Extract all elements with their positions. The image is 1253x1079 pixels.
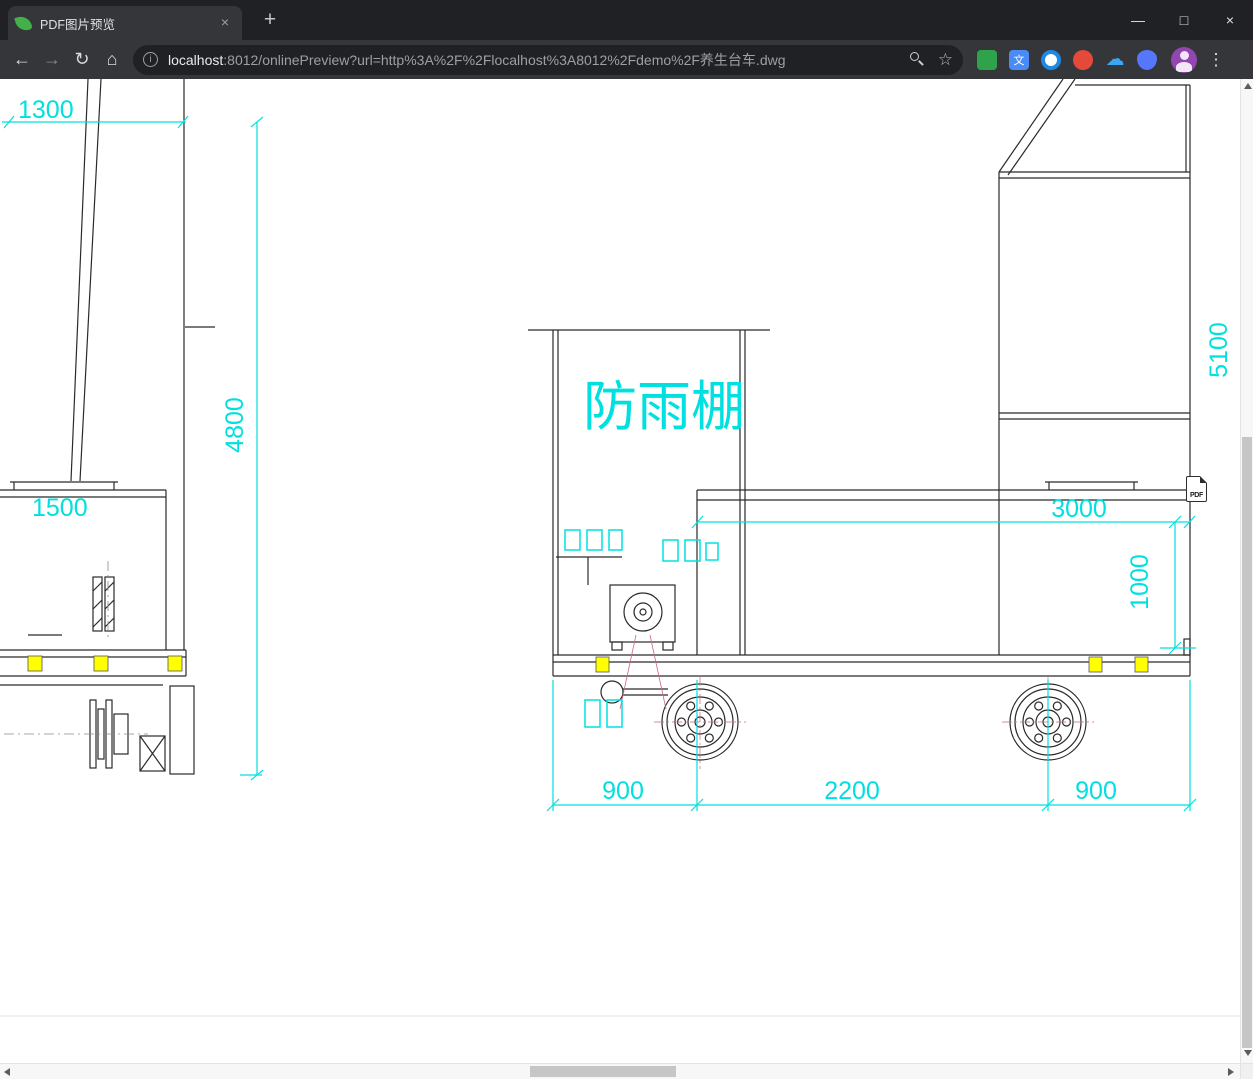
home-icon[interactable]: ⌂ [97, 45, 127, 75]
dim-1000-label: 1000 [1126, 554, 1154, 610]
tab-favicon-leaf-icon [14, 13, 33, 33]
tab-close-icon[interactable]: × [216, 14, 234, 32]
tab-strip: PDF图片预览 × + — □ × [0, 0, 1253, 40]
vertical-scrollbar-thumb[interactable] [1242, 437, 1252, 1048]
scroll-left-arrow-icon[interactable] [4, 1067, 10, 1076]
dim-2200-label: 2200 [824, 777, 880, 805]
browser-menu-icon[interactable]: ⋮ [1203, 50, 1229, 70]
page-content: 1300 4800 1500 5100 3000 1000 900 2200 9… [0, 79, 1253, 1079]
scroll-up-arrow-icon[interactable] [1243, 83, 1252, 89]
forward-icon[interactable]: → [37, 45, 67, 75]
extension-shield-icon[interactable] [1137, 49, 1157, 70]
dim-4800-label: 4800 [221, 397, 249, 453]
highlight-blocks [27, 655, 1149, 673]
scroll-down-arrow-icon[interactable] [1243, 1050, 1252, 1056]
pdf-icon-label: PDF [1189, 492, 1204, 499]
browser-tab[interactable]: PDF图片预览 × [8, 6, 242, 40]
extension-cloud-icon[interactable]: ☁ [1105, 49, 1125, 70]
centerlines [4, 561, 148, 735]
dim-5100-label: 5100 [1205, 322, 1233, 378]
scrollbar-corner [1240, 1063, 1253, 1079]
dim-900-right-label: 900 [1075, 777, 1117, 805]
browser-window: PDF图片预览 × + — □ × ← → ↻ ⌂ i localhost:80… [0, 0, 1253, 1079]
cad-drawing: 1300 4800 1500 5100 3000 1000 900 2200 9… [0, 79, 1240, 1017]
tab-title: PDF图片预览 [40, 17, 116, 32]
url-host: localhost [168, 51, 224, 68]
zoom-indicator-icon[interactable] [909, 51, 926, 68]
site-info-icon[interactable]: i [143, 52, 158, 67]
extension-red-icon[interactable] [1073, 49, 1093, 70]
dim-3000-label: 3000 [1051, 495, 1107, 523]
dim-1500-label: 1500 [32, 494, 88, 522]
extension-translate-icon[interactable]: 文 [1009, 49, 1029, 70]
vertical-scrollbar[interactable] [1240, 79, 1253, 1063]
url-path: :8012/onlinePreview?url=http%3A%2F%2Floc… [223, 51, 786, 68]
dim-900-left-label: 900 [602, 777, 644, 805]
close-button[interactable]: × [1207, 0, 1253, 40]
browser-toolbar: ← → ↻ ⌂ i localhost:8012/onlinePreview?u… [0, 40, 1253, 79]
url-text[interactable]: localhost:8012/onlinePreview?url=http%3A… [168, 50, 909, 70]
new-tab-button[interactable]: + [256, 7, 284, 35]
rain-shelter-label: 防雨棚 [583, 377, 745, 437]
minimize-button[interactable]: — [1115, 0, 1161, 40]
horizontal-scrollbar[interactable] [0, 1063, 1240, 1079]
profile-avatar[interactable] [1171, 46, 1197, 73]
pdf-icon-fold [1200, 476, 1207, 483]
window-controls: — □ × [1115, 0, 1253, 40]
reload-icon[interactable]: ↻ [67, 45, 97, 75]
maximize-button[interactable]: □ [1161, 0, 1207, 40]
extension-blue-ring-icon[interactable] [1041, 49, 1061, 70]
address-bar[interactable]: i localhost:8012/onlinePreview?url=http%… [133, 44, 963, 75]
extension-green-icon[interactable] [977, 49, 997, 70]
leader-lines [619, 634, 667, 710]
bookmark-star-icon[interactable]: ☆ [938, 50, 953, 70]
pdf-file-icon[interactable]: PDF [1186, 476, 1207, 502]
scroll-right-arrow-icon[interactable] [1228, 1067, 1234, 1076]
dimension-labels: 1300 4800 1500 5100 3000 1000 900 2200 9… [18, 96, 1233, 805]
extensions-row: 文 ☁ [977, 49, 1157, 70]
horizontal-scrollbar-thumb[interactable] [530, 1066, 676, 1077]
dim-1300-label: 1300 [18, 96, 74, 124]
back-icon[interactable]: ← [7, 45, 37, 75]
